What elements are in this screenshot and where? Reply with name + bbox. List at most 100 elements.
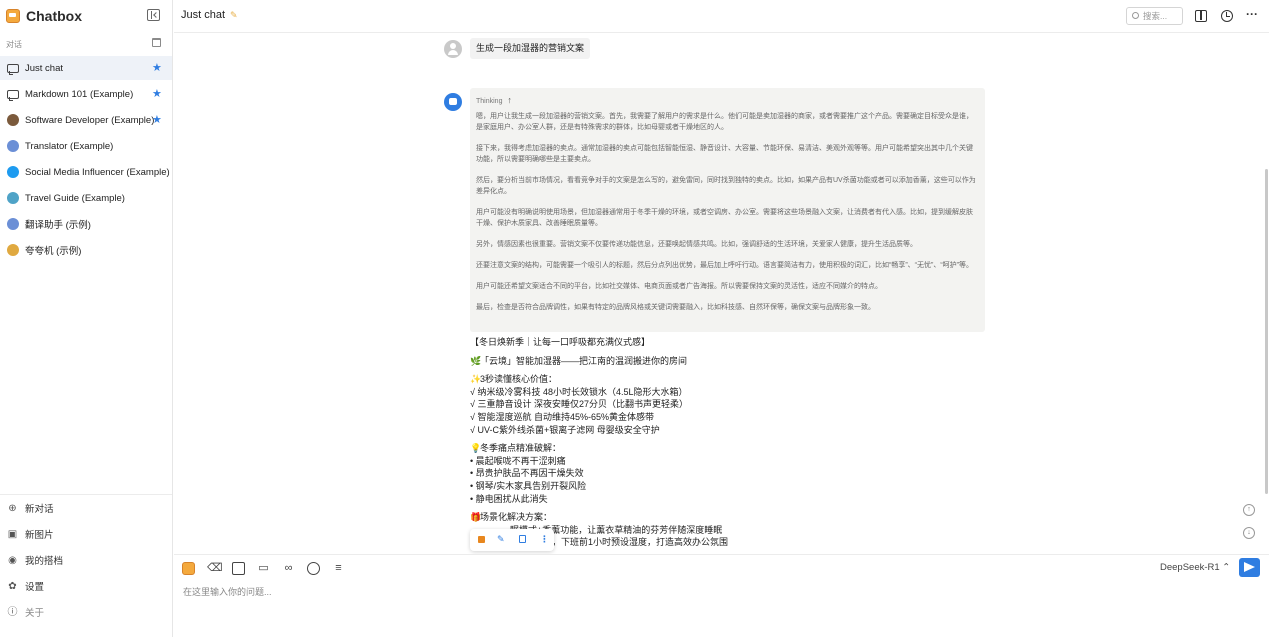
answer-line: 🎁场景化解决方案： — [470, 511, 990, 524]
my-partners-button[interactable]: ◉ 我的搭档 — [0, 547, 172, 573]
image-icon[interactable] — [232, 561, 245, 575]
thinking-paragraph: 然后，要分析当前市场情况，看看竞争对手的文案是怎么写的，避免雷同，同时找到独特的… — [476, 177, 976, 195]
collapse-sidebar-icon[interactable] — [147, 9, 160, 21]
more-actions-icon[interactable]: ⋮ — [540, 535, 549, 544]
header: Just chat ✎ 搜索... ··· — [174, 0, 1269, 33]
answer-line-text: 场景化解决方案： — [480, 512, 553, 523]
stop-icon[interactable] — [478, 536, 485, 543]
new-chat-button[interactable]: ⊕ 新对话 — [0, 495, 172, 521]
sidebar-chat-label: 夸夸机 (示例) — [25, 246, 82, 257]
settings-label: 设置 — [25, 582, 45, 593]
avatar-icon — [7, 166, 19, 178]
sidebar-chat-item[interactable]: 夸夸机 (示例) — [0, 238, 172, 262]
app-name: Chatbox — [26, 8, 82, 24]
send-button[interactable] — [1239, 558, 1260, 577]
scroll-to-bottom-icon[interactable]: ↓ — [1243, 527, 1255, 539]
answer-line-text: √ UV-C紫外线杀菌+银离子滤网 母婴级安全守护 — [470, 424, 660, 435]
message-toolbar: ✎ ⋮ — [470, 529, 554, 551]
sidebar-chat-label: Social Media Influencer (Example) — [25, 166, 170, 178]
copy-icon[interactable] — [519, 535, 526, 543]
model-select[interactable]: DeepSeek-R1 ⌃ — [1160, 562, 1230, 573]
sidebar-chat-item[interactable]: Translator (Example) — [0, 134, 172, 158]
section-label: 对话 — [6, 40, 22, 49]
answer-line: 【冬日焕新季｜让每一口呼吸都充满仪式感】 — [470, 336, 990, 349]
answer-line: √ 智能湿度巡航 自动维持45%-65%黄金体感带 — [470, 411, 990, 424]
partner-icon: ◉ — [8, 554, 17, 566]
avatar-icon — [7, 114, 19, 126]
thinking-paragraph: 另外，情感因素也很重要。营销文案不仅要传递功能信息，还要唤起情感共鸣。比如，强调… — [476, 241, 917, 248]
thinking-paragraph: 用户可能还希望文案适合不同的平台，比如社交媒体、电商页面或者广告海报。所以需要保… — [476, 283, 882, 290]
more-options-icon[interactable]: ··· — [1246, 8, 1258, 22]
globe-icon[interactable] — [307, 561, 320, 575]
answer-line: √ 三重静音设计 深夜安睡仅27分贝（比翻书声更轻柔） — [470, 398, 990, 411]
avatar-icon — [7, 244, 19, 256]
star-icon[interactable]: ★ — [152, 87, 162, 100]
sidebar-chat-label: 翻译助手 (示例) — [25, 220, 91, 231]
settings-sliders-icon[interactable]: ≡ — [332, 562, 345, 575]
thinking-paragraph: 最后，检查是否符合品牌调性，如果有特定的品牌风格或关键词需要融入，比如科技感、自… — [476, 304, 875, 311]
layout-toggle-icon[interactable] — [1195, 10, 1207, 22]
search-icon — [1132, 12, 1139, 19]
edit-title-icon[interactable]: ✎ — [230, 10, 238, 21]
new-image-button[interactable]: ▣ 新图片 — [0, 521, 172, 547]
answer-line-text: √ 纳米级冷雾科技 48小时长效锁水（4.5L隐形大水箱） — [470, 386, 688, 397]
chat-title: Just chat — [181, 9, 226, 21]
answer-line-text: √ 三重静音设计 深夜安睡仅27分贝（比翻书声更轻柔） — [470, 399, 688, 410]
thinking-content: 嗯，用户让我生成一段加湿器的营销文案。首先，我需要了解用户的需求是什么。他们可能… — [476, 111, 979, 313]
answer-line-text: √ 智能湿度巡航 自动维持45%-65%黄金体感带 — [470, 411, 654, 422]
answer-line: 🌿「云境」智能加湿器——把江南的温润搬进你的房间 — [470, 355, 990, 368]
thinking-paragraph: 接下来，我得考虑加湿器的卖点。通常加湿器的卖点可能包括智能恒湿、静音设计、大容量… — [476, 145, 973, 163]
settings-button[interactable]: ✿ 设置 — [0, 573, 172, 599]
user-avatar — [444, 40, 462, 58]
brand: Chatbox — [6, 7, 82, 25]
chatbox-app: Chatbox 对话 Just chat ★ Markdown 101 (Examp… — [0, 0, 1269, 637]
answer-line: √ UV-C紫外线杀菌+银离子滤网 母婴级安全守护 — [470, 424, 990, 437]
image-plus-icon: ▣ — [7, 528, 18, 540]
partner-select-icon[interactable] — [182, 561, 195, 575]
sidebar-chat-item[interactable]: Markdown 101 (Example) ★ — [0, 82, 172, 106]
sidebar-bottom-menu: ⊕ 新对话 ▣ 新图片 ◉ 我的搭档 ✿ 设置 ⓘ 关于 — [0, 494, 172, 625]
sidebar-chat-item[interactable]: Social Media Influencer (Example) — [0, 160, 172, 184]
search-placeholder: 搜索... — [1143, 11, 1168, 21]
history-icon[interactable] — [1221, 10, 1233, 22]
message-input[interactable]: 在这里输入你的问题... — [183, 585, 272, 598]
thinking-paragraph: 用户可能没有明确说明使用场景，但加湿器通常用于冬季干燥的环境，或者空调房、办公室… — [476, 209, 973, 227]
my-partners-label: 我的搭档 — [25, 556, 64, 567]
emoji-icon: ✨ — [470, 374, 482, 385]
scrollbar[interactable] — [1265, 169, 1268, 494]
sidebar-chat-item[interactable]: Travel Guide (Example) — [0, 186, 172, 210]
answer-line: 💡冬季痛点精准破解： — [470, 442, 990, 455]
answer-line: ✨3秒读懂核心价值： — [470, 373, 990, 386]
message-area: 生成一段加湿器的营销文案 Thinking ↑ 嗯，用户让我生成一段加湿器的营销… — [174, 34, 1269, 554]
sidebar-chat-item[interactable]: Just chat ★ — [0, 56, 172, 80]
answer-line-text: 「云境」智能加湿器——把江南的温润搬进你的房间 — [480, 355, 688, 366]
assistant-answer: 【冬日焕新季｜让每一口呼吸都充满仪式感】 🌿「云境」智能加湿器——把江南的温润搬进… — [470, 336, 990, 549]
sidebar-chat-item[interactable]: Software Developer (Example) ★ — [0, 108, 172, 132]
link-icon[interactable]: ∞ — [282, 562, 295, 575]
answer-line-text: • 钢琴/实木家具告别开裂风险 — [470, 480, 587, 491]
collapse-arrow-icon[interactable]: ↑ — [507, 95, 512, 105]
sidebar-chat-item[interactable]: 翻译助手 (示例) — [0, 212, 172, 236]
avatar-icon — [7, 218, 19, 230]
star-icon[interactable]: ★ — [152, 113, 162, 126]
scroll-to-top-icon[interactable]: ↑ — [1243, 504, 1255, 516]
trash-icon[interactable] — [152, 38, 161, 47]
folder-icon[interactable]: ▭ — [257, 562, 270, 575]
emoji-icon: 🎁 — [470, 512, 482, 523]
thinking-paragraph: 嗯，用户让我生成一段加湿器的营销文案。首先，我需要了解用户的需求是什么。他们可能… — [476, 113, 973, 131]
sidebar-chat-label: Translator (Example) — [25, 140, 114, 152]
emoji-icon: 💡 — [470, 443, 482, 454]
answer-line-text: 冬季痛点精准破解： — [480, 443, 562, 454]
sidebar-chat-label: Software Developer (Example) — [25, 114, 155, 126]
emoji-icon: 🌿 — [470, 355, 482, 366]
gear-icon: ✿ — [8, 580, 17, 592]
about-label: 关于 — [25, 608, 45, 619]
star-icon[interactable]: ★ — [152, 61, 162, 74]
edit-message-icon[interactable]: ✎ — [497, 535, 506, 544]
eraser-icon[interactable]: ⌫ — [207, 562, 223, 575]
plus-circle-icon: ⊕ — [8, 502, 17, 514]
thinking-header[interactable]: Thinking ↑ — [476, 95, 979, 109]
search-input[interactable]: 搜索... — [1126, 7, 1183, 25]
about-button[interactable]: ⓘ 关于 — [0, 599, 172, 625]
answer-line-text: • 静电困扰从此消失 — [470, 493, 548, 504]
